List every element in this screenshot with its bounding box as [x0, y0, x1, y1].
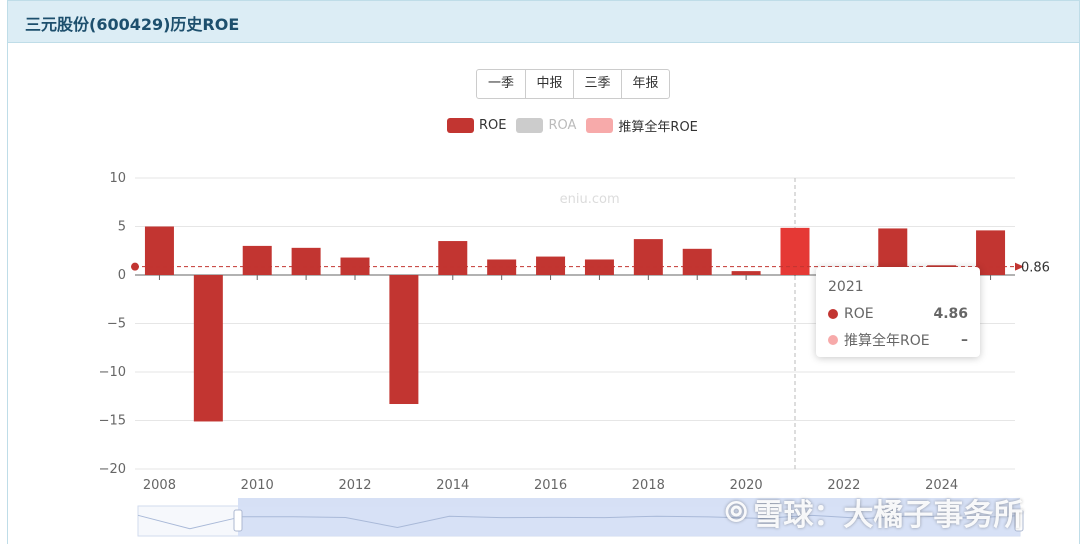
x-tick-label: 2018	[632, 478, 665, 493]
tooltip-row-estimate: 推算全年ROE –	[828, 330, 968, 350]
watermark-text: 雪球：大橘子事务所	[753, 498, 1024, 533]
tooltip-name-estimate: 推算全年ROE	[844, 333, 930, 349]
average-line-start-dot	[131, 262, 139, 271]
tooltip-value-roe: 4.86	[933, 306, 968, 322]
tooltip-title: 2021	[828, 279, 864, 295]
roe-bar	[536, 256, 566, 275]
y-tick-label: −15	[99, 414, 126, 429]
roe-bar	[731, 271, 761, 275]
y-tick-label: 0	[118, 268, 126, 283]
tooltip-value-estimate: –	[961, 332, 968, 348]
roe-bar	[291, 247, 321, 275]
y-tick-label: 5	[118, 220, 126, 235]
tooltip-dot-roe	[828, 309, 838, 319]
roe-bar	[438, 241, 468, 275]
y-tick-label: −5	[107, 317, 126, 332]
tooltip-name-roe: ROE	[844, 306, 874, 322]
roe-bar	[193, 275, 223, 422]
roe-bar	[976, 230, 1006, 275]
x-tick-label: 2016	[534, 478, 567, 493]
chart-tooltip: 2021 ROE 4.86 推算全年ROE –	[816, 267, 980, 357]
roe-bar	[682, 248, 712, 275]
average-line-label: 0.86	[1021, 261, 1050, 276]
chart-watermark: eniu.com	[560, 192, 620, 207]
x-tick-label: 2014	[436, 478, 469, 493]
xueqiu-watermark: ⦾ 雪球：大橘子事务所	[725, 490, 1023, 534]
tooltip-row-roe: ROE 4.86	[828, 304, 968, 324]
roe-bar	[584, 259, 614, 275]
roe-bar	[780, 227, 810, 275]
roe-bar	[633, 239, 663, 275]
tooltip-dot-estimate	[828, 335, 838, 345]
roe-bar	[242, 245, 272, 275]
roe-bar	[144, 226, 174, 275]
x-tick-label: 2008	[143, 478, 176, 493]
datazoom-handle-left[interactable]	[233, 509, 243, 532]
y-tick-label: −20	[99, 462, 126, 477]
roe-bar	[487, 259, 517, 275]
y-tick-label: −10	[99, 365, 126, 380]
y-tick-label: 10	[109, 171, 126, 186]
xueqiu-logo-icon: ⦾	[725, 495, 748, 528]
roe-bar	[389, 275, 419, 405]
x-tick-label: 2010	[241, 478, 274, 493]
x-tick-label: 2012	[338, 478, 371, 493]
